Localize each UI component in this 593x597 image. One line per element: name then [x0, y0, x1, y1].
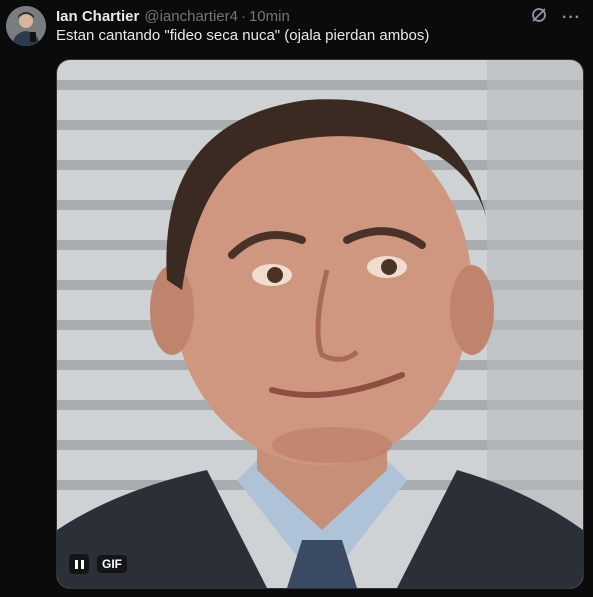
gif-badge: GIF: [97, 555, 127, 573]
author-name[interactable]: Ian Chartier: [56, 8, 139, 25]
avatar[interactable]: [6, 6, 46, 46]
pause-icon[interactable]: [69, 554, 89, 574]
separator: ·: [240, 7, 246, 25]
gif-media[interactable]: GIF: [56, 59, 584, 589]
tweet-actions: ···: [530, 6, 581, 29]
gif-controls: GIF: [69, 554, 127, 574]
tweet-header: Ian Chartier @ianchartier4 · 10min: [56, 6, 533, 26]
tweet-text: Estan cantando "fideo seca nuca" (ojala …: [56, 27, 430, 44]
grok-icon[interactable]: [530, 6, 548, 29]
tweet[interactable]: Ian Chartier @ianchartier4 · 10min ··· E…: [0, 0, 593, 597]
timestamp[interactable]: 10min: [249, 8, 290, 25]
more-icon[interactable]: ···: [562, 9, 581, 27]
author-handle[interactable]: @ianchartier4: [144, 8, 238, 25]
